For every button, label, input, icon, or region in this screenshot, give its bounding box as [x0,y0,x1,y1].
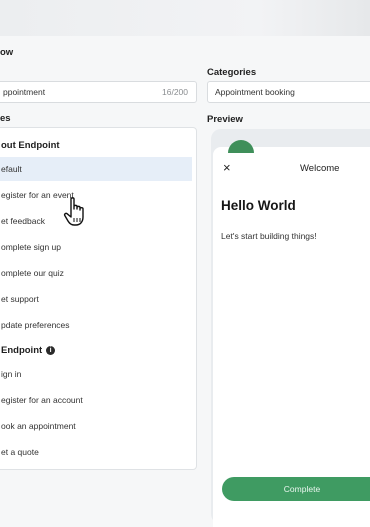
list-item-label: et a quote [1,447,39,457]
list-item-label: ook an appointment [1,421,76,431]
list-item-label: egister for an account [1,395,83,405]
list-item-book-appointment[interactable]: ook an appointment [0,414,192,438]
list-item-label: pdate preferences [1,320,70,330]
preview-header-title: Welcome [300,163,340,174]
group-title-about: out Endpoint [1,140,60,151]
list-item-label: et support [1,294,39,304]
info-icon[interactable]: i [46,346,56,355]
list-item-label: et feedback [1,216,45,226]
list-item-default[interactable]: efault [0,157,192,181]
template-list-panel: out Endpoint efault egister for an event… [0,127,197,470]
categories-value: Appointment booking [215,87,295,97]
page-title: ow [0,47,14,58]
char-counter: 16/200 [162,87,188,97]
name-input[interactable]: ppointment 16/200 [0,81,197,103]
list-item-register-event[interactable]: egister for an event [0,183,192,207]
list-item-sign-in[interactable]: ign in [0,362,192,386]
group-title-endpoint: Endpoint i [1,345,56,356]
preview-label: Preview [207,114,243,125]
categories-label: Categories [207,67,257,78]
preview-body-text: Let's start building things! [221,231,317,241]
list-item-complete-sign-up[interactable]: omplete sign up [0,235,192,259]
name-input-value: ppointment [3,87,46,97]
categories-select[interactable]: Appointment booking [207,81,370,103]
list-item-register-account[interactable]: egister for an account [0,388,192,412]
top-band [0,0,370,36]
list-item-label: omplete sign up [1,242,62,252]
hand-pointer-cursor-icon [63,197,84,226]
list-item-label: omplete our quiz [1,268,64,278]
close-icon[interactable]: × [223,160,231,175]
complete-button[interactable]: Complete [222,477,370,501]
list-item-get-support[interactable]: et support [0,287,192,311]
list-item-get-quote[interactable]: et a quote [0,440,192,464]
templates-label: es [0,113,11,124]
list-item-get-feedback[interactable]: et feedback [0,209,192,233]
group-title-text: Endpoint [1,345,43,356]
list-item-update-preferences[interactable]: pdate preferences [0,313,192,337]
list-item-label: efault [1,164,22,174]
list-item-complete-quiz[interactable]: omplete our quiz [0,261,192,285]
list-item-label: ign in [1,369,22,379]
preview-heading: Hello World [221,198,296,213]
